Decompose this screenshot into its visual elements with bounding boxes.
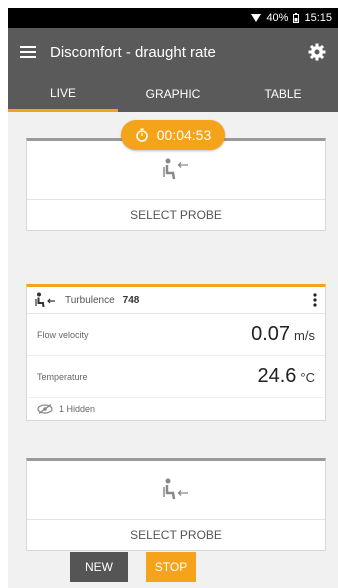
hidden-count-label: 1 Hidden	[59, 404, 96, 414]
tab-table[interactable]: TABLE	[228, 76, 338, 112]
app-bar: Discomfort - draught rate	[8, 28, 338, 76]
flow-velocity-label: Flow velocity	[37, 329, 89, 340]
probe-name: Turbulence	[65, 294, 115, 306]
temperature-label: Temperature	[37, 371, 88, 382]
timer-container: 00:04:53	[8, 120, 338, 150]
battery-percent: 40%	[266, 12, 289, 24]
probe-slot-1: SELECT PROBE	[26, 138, 326, 231]
flow-velocity-row: Flow velocity 0.07 m/s	[27, 314, 325, 356]
seated-person-icon	[162, 157, 190, 183]
probe-serial: 748	[122, 294, 140, 306]
temperature-row: Temperature 24.6 °C	[27, 356, 325, 398]
probe-header: Turbulence 748	[27, 287, 325, 314]
select-probe-label: SELECT PROBE	[130, 528, 222, 542]
measurement-card: Turbulence 748 Flow velocity 0.07 m/s Tem…	[26, 284, 326, 421]
menu-icon[interactable]	[20, 46, 36, 58]
select-probe-button[interactable]: SELECT PROBE	[27, 519, 325, 550]
wifi-icon	[251, 14, 262, 22]
seated-person-icon	[162, 477, 190, 503]
hidden-values-toggle[interactable]: 1 Hidden	[27, 398, 325, 420]
page-title: Discomfort - draught rate	[50, 43, 216, 61]
tab-live[interactable]: LIVE	[8, 76, 118, 112]
temperature-value: 24.6	[257, 365, 297, 387]
flow-velocity-value: 0.07	[251, 323, 291, 345]
eye-off-icon	[37, 404, 53, 414]
tab-table-label: TABLE	[264, 87, 302, 101]
stopwatch-icon	[135, 128, 149, 142]
temperature-reading: 24.6 °C	[257, 365, 315, 388]
select-probe-button[interactable]: SELECT PROBE	[27, 199, 325, 230]
gear-icon[interactable]	[308, 43, 326, 61]
stop-button-label: STOP	[154, 560, 188, 574]
flow-velocity-reading: 0.07 m/s	[251, 323, 315, 346]
measurement-timer: 00:04:53	[120, 120, 226, 150]
status-bar: 40% 15:15	[8, 8, 338, 28]
flow-velocity-unit: m/s	[294, 328, 315, 343]
device-screen: 40% 15:15 Discomfort - draught rate LIVE…	[8, 8, 338, 588]
tab-graphic[interactable]: GRAPHIC	[118, 76, 228, 112]
more-options-icon[interactable]	[313, 293, 317, 307]
timer-value: 00:04:53	[156, 127, 212, 143]
seated-person-icon	[35, 292, 57, 308]
tab-bar: LIVE GRAPHIC TABLE	[8, 76, 338, 112]
tab-live-label: LIVE	[49, 85, 76, 100]
new-button[interactable]: NEW	[70, 552, 128, 582]
tab-graphic-label: GRAPHIC	[145, 87, 201, 101]
clock: 15:15	[304, 12, 332, 24]
probe-icon-area	[27, 461, 325, 519]
new-button-label: NEW	[85, 560, 113, 574]
temperature-unit: °C	[300, 370, 315, 385]
battery-icon	[293, 13, 300, 23]
probe-slot-2: SELECT PROBE	[26, 458, 326, 551]
stop-button[interactable]: STOP	[146, 552, 196, 582]
select-probe-label: SELECT PROBE	[130, 208, 222, 222]
